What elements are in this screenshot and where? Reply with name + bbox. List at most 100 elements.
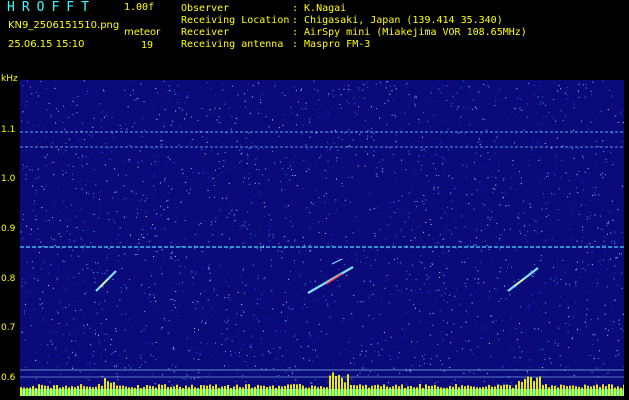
noise-speck <box>134 122 136 124</box>
noise-speck <box>289 180 291 182</box>
noise-speck <box>340 157 342 159</box>
noise-speck <box>35 91 37 93</box>
noise-speck <box>553 98 555 100</box>
spike-bar <box>26 387 28 396</box>
noise-speck <box>576 187 578 189</box>
noise-speck <box>335 199 337 201</box>
noise-speck <box>151 275 152 277</box>
noise-speck <box>167 199 169 201</box>
noise-speck <box>154 217 156 218</box>
noise-speck <box>392 100 394 102</box>
noise-speck <box>122 160 124 162</box>
noise-speck <box>196 271 198 273</box>
noise-speck <box>550 278 551 280</box>
noise-speck <box>186 96 188 98</box>
noise-speck <box>333 363 335 365</box>
noise-speck <box>363 280 365 282</box>
spike-bar <box>68 387 70 396</box>
noise-speck <box>408 94 410 96</box>
noise-speck <box>359 372 361 374</box>
noise-speck <box>37 372 39 374</box>
noise-speck <box>486 129 488 131</box>
noise-speck <box>177 259 179 261</box>
noise-speck <box>533 229 535 231</box>
noise-speck <box>494 140 496 142</box>
noise-speck <box>430 358 432 360</box>
noise-speck <box>492 188 494 190</box>
spike-bar <box>425 384 427 396</box>
noise-speck <box>238 352 240 354</box>
noise-speck <box>93 117 95 119</box>
noise-speck <box>105 318 107 320</box>
noise-speck <box>22 237 24 239</box>
spike-bar <box>332 372 334 396</box>
noise-speck <box>310 202 312 204</box>
noise-speck <box>271 352 273 353</box>
spike-bar <box>344 382 346 396</box>
noise-speck <box>533 273 535 275</box>
noise-speck <box>333 332 335 334</box>
noise-speck <box>201 251 203 252</box>
noise-speck <box>99 103 101 105</box>
noise-speck <box>498 170 500 172</box>
noise-speck <box>520 183 522 185</box>
noise-speck <box>160 328 162 330</box>
spike-bar <box>401 384 403 396</box>
noise-speck <box>369 294 371 296</box>
noise-speck <box>293 365 295 367</box>
noise-speck <box>374 350 376 352</box>
noise-speck <box>136 254 138 255</box>
noise-speck <box>265 116 267 118</box>
noise-speck <box>606 373 608 375</box>
noise-speck <box>374 251 376 253</box>
noise-speck <box>579 213 580 215</box>
spike-bar <box>107 381 109 396</box>
noise-speck <box>433 115 435 116</box>
noise-speck <box>446 214 448 215</box>
noise-speck <box>312 349 314 351</box>
noise-speck <box>125 197 127 199</box>
noise-speck <box>260 102 262 104</box>
noise-speck <box>527 103 529 105</box>
noise-speck <box>172 347 174 349</box>
noise-speck <box>229 300 231 301</box>
noise-speck <box>408 323 410 325</box>
noise-speck <box>492 321 494 323</box>
noise-speck <box>513 107 515 109</box>
spike-bar <box>602 384 604 396</box>
noise-speck <box>474 278 476 280</box>
noise-speck <box>327 149 328 151</box>
noise-speck <box>228 82 230 84</box>
noise-speck <box>191 271 193 273</box>
noise-speck <box>346 274 348 276</box>
noise-speck <box>119 299 121 301</box>
noise-speck <box>285 323 287 325</box>
noise-speck <box>130 168 132 170</box>
noise-speck <box>41 91 43 93</box>
noise-speck <box>544 202 546 204</box>
noise-speck <box>208 373 210 375</box>
noise-speck <box>337 280 339 282</box>
spike-bar <box>65 385 67 396</box>
noise-speck <box>200 342 202 344</box>
noise-speck <box>305 283 307 285</box>
spike-bar <box>515 384 517 396</box>
noise-speck <box>476 237 477 239</box>
spike-bar <box>260 385 262 396</box>
spike-bar <box>200 385 202 396</box>
noise-speck <box>358 106 360 108</box>
noise-speck <box>442 163 444 165</box>
noise-speck <box>98 213 100 215</box>
noise-speck <box>189 188 191 190</box>
noise-speck <box>602 172 604 174</box>
noise-speck <box>527 231 529 233</box>
noise-speck <box>142 117 143 119</box>
noise-speck <box>170 258 172 260</box>
spike-bar <box>152 386 154 396</box>
noise-speck <box>273 368 275 370</box>
noise-speck <box>89 134 91 136</box>
noise-speck <box>497 129 499 131</box>
noise-speck <box>168 218 169 220</box>
noise-speck <box>442 339 444 341</box>
noise-speck <box>244 177 245 179</box>
